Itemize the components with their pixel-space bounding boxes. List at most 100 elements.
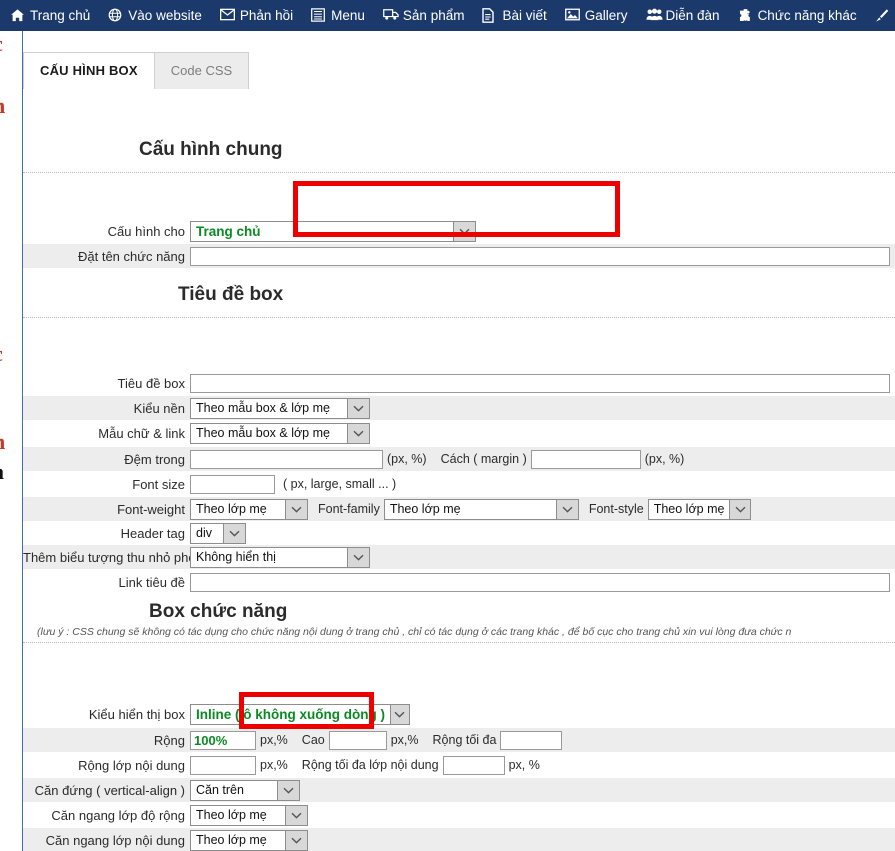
page-body: cncna CẤU HÌNH BOX Code CSS Cấu hình chu… — [0, 31, 895, 851]
label-can-dung: Căn đứng ( vertical-align ) — [34, 782, 185, 798]
input-cao[interactable] — [328, 730, 387, 750]
label-rong-toi-da: Rộng tối đa — [432, 733, 497, 747]
label-can-ngang-lop-noi-dung: Căn ngang lớp nội dung — [45, 832, 185, 848]
nav-item-chuc-nang-khac[interactable]: Chức năng khác — [729, 0, 866, 31]
nav-label: Sản phẩm — [402, 8, 465, 23]
unit-rong-lop-noi-dung: px,% — [260, 758, 288, 772]
puzzle-icon — [738, 8, 753, 23]
brush-icon — [875, 8, 890, 23]
select-can-dung[interactable]: Căn trên — [190, 779, 300, 801]
select-can-ngang-lop-do-rong[interactable]: Theo lớp mẹ — [190, 804, 308, 826]
row-mau-chu-link: Mẫu chữ & link Theo mẫu box & lớp mẹ — [23, 421, 895, 445]
nav-item-menu[interactable]: Menu — [302, 0, 374, 31]
chevron-down-icon — [285, 805, 307, 825]
input-rong-toi-da-lop-noi-dung[interactable] — [442, 755, 505, 775]
input-dem-trong-title[interactable] — [190, 449, 383, 469]
nav-item-dien-dan[interactable]: Diễn đàn — [637, 0, 729, 31]
tab-bar: CẤU HÌNH BOX Code CSS — [23, 52, 250, 89]
cutoff-text-fragment: a — [0, 459, 4, 485]
select-cau-hinh-cho[interactable]: Trang chủ — [190, 220, 476, 242]
select-value: Theo lớp mẹ — [196, 808, 267, 822]
nav-item-san-pham[interactable]: Sản phẩm — [374, 0, 474, 31]
input-rong-lop-noi-dung[interactable] — [190, 755, 256, 775]
select-kieu-nen-title[interactable]: Theo mẫu box & lớp mẹ — [190, 397, 370, 419]
nav-label: Vào website — [128, 8, 202, 23]
select-value: Inline ( ô không xuống dòng ) — [196, 707, 385, 722]
left-cutoff-strip: cncna — [0, 31, 23, 851]
label-kieu-hien-thi-box: Kiểu hiển thị box — [88, 707, 185, 722]
row-rong: Rộng px,% Cao px,% Rộng tối đa — [23, 728, 895, 752]
chevron-down-icon — [223, 523, 245, 543]
nav-item-vao-website[interactable]: Vào website — [99, 0, 211, 31]
cutoff-text-fragment: n — [0, 93, 5, 119]
row-bieu-tuong-thu-nho: Thêm biểu tượng thu nhỏ phóng to Không h… — [23, 545, 895, 569]
unit-cach-margin-title: (px, %) — [644, 452, 685, 466]
select-mau-chu-link[interactable]: Theo mẫu box & lớp mẹ — [190, 422, 370, 444]
input-rong[interactable] — [190, 730, 256, 750]
select-font-weight[interactable]: Theo lớp mẹ — [190, 498, 308, 520]
image-icon — [564, 8, 580, 23]
label-mau-chu-link: Mẫu chữ & link — [98, 425, 185, 441]
chevron-down-icon — [285, 499, 307, 519]
section-note-box-function: (lưu ý : CSS chung sẽ không có tác dụng … — [37, 626, 792, 638]
nav-label: Phản hồi — [239, 8, 294, 23]
globe-icon — [108, 8, 123, 23]
input-dat-ten-chuc-nang[interactable] — [190, 246, 890, 266]
chevron-down-icon — [453, 221, 475, 241]
chevron-down-icon — [285, 830, 307, 850]
label-font-size: Font size — [132, 476, 185, 492]
chevron-down-icon — [347, 423, 369, 443]
label-rong-lop-noi-dung: Rộng lớp nội dung — [78, 757, 185, 773]
label-font-weight: Font-weight — [117, 501, 185, 517]
cutoff-text-fragment: c — [0, 31, 3, 57]
select-header-tag[interactable]: div — [190, 522, 246, 544]
input-tieu-de-box[interactable] — [190, 373, 890, 393]
menu-list-icon — [311, 8, 326, 23]
nav-item-giao-dien[interactable]: Gi — [866, 0, 895, 31]
row-rong-lop-noi-dung: Rộng lớp nội dung px,% Rộng tối đa lớp n… — [23, 753, 895, 777]
section-title-general: Cấu hình chung — [139, 139, 283, 160]
select-value: Theo mẫu box & lớp mẹ — [196, 401, 330, 415]
select-kieu-hien-thi-box[interactable]: Inline ( ô không xuống dòng ) — [190, 704, 410, 725]
nav-item-phan-hoi[interactable]: Phản hồi — [211, 0, 302, 31]
row-can-ngang-lop-do-rong: Căn ngang lớp độ rộng Theo lớp mẹ — [23, 803, 895, 827]
select-value: Theo mẫu box & lớp mẹ — [196, 426, 330, 440]
home-icon — [10, 8, 25, 23]
envelope-icon — [219, 8, 235, 23]
tab-code-css[interactable]: Code CSS — [153, 52, 250, 89]
nav-item-trang-chu[interactable]: Trang chủ — [0, 0, 99, 31]
nav-item-bai-viet[interactable]: Bài viết — [473, 0, 555, 31]
label-cach-margin-title: Cách ( margin ) — [440, 452, 527, 466]
nav-label: Bài viết — [502, 8, 547, 23]
row-header-tag: Header tag div — [23, 521, 895, 545]
row-can-ngang-lop-noi-dung: Căn ngang lớp nội dung Theo lớp mẹ — [23, 828, 895, 851]
chevron-down-icon — [389, 705, 409, 724]
input-link-tieu-de[interactable] — [190, 572, 890, 592]
cutoff-text-fragment: c — [0, 341, 3, 367]
row-link-tieu-de: Link tiêu đề — [23, 570, 895, 594]
truck-icon — [383, 8, 399, 23]
label-link-tieu-de: Link tiêu đề — [118, 574, 186, 590]
select-value: Theo lớp mẹ — [653, 502, 725, 516]
document-icon — [482, 8, 497, 23]
cutoff-text-fragment: n — [0, 429, 5, 455]
input-rong-toi-da[interactable] — [500, 730, 563, 750]
top-navbar: Trang chủ Vào website Phản hồi Menu Sản … — [0, 0, 895, 31]
nav-item-gallery[interactable]: Gallery — [556, 0, 637, 31]
input-font-size[interactable] — [190, 474, 275, 494]
input-cach-margin-title[interactable] — [530, 449, 641, 469]
tab-cau-hinh-box[interactable]: CẤU HÌNH BOX — [23, 52, 155, 89]
nav-label: Trang chủ — [30, 8, 91, 23]
select-font-style[interactable]: Theo lớp mẹ — [647, 498, 751, 520]
section-box-function: Box chức năng (lưu ý : CSS chung sẽ khôn… — [23, 601, 895, 643]
section-divider — [23, 172, 895, 173]
label-rong: Rộng — [153, 732, 185, 748]
select-value: Trang chủ — [196, 223, 261, 239]
unit-dem-trong-title: (px, %) — [387, 452, 427, 466]
select-can-ngang-lop-noi-dung[interactable]: Theo lớp mẹ — [190, 829, 308, 851]
nav-label: Menu — [331, 8, 365, 23]
select-font-family[interactable]: Theo lớp mẹ — [383, 498, 579, 520]
row-kieu-hien-thi-box: Kiểu hiển thị box Inline ( ô không xuống… — [23, 702, 895, 727]
section-divider — [23, 642, 895, 643]
select-bieu-tuong-thu-nho[interactable]: Không hiển thị — [190, 546, 370, 568]
